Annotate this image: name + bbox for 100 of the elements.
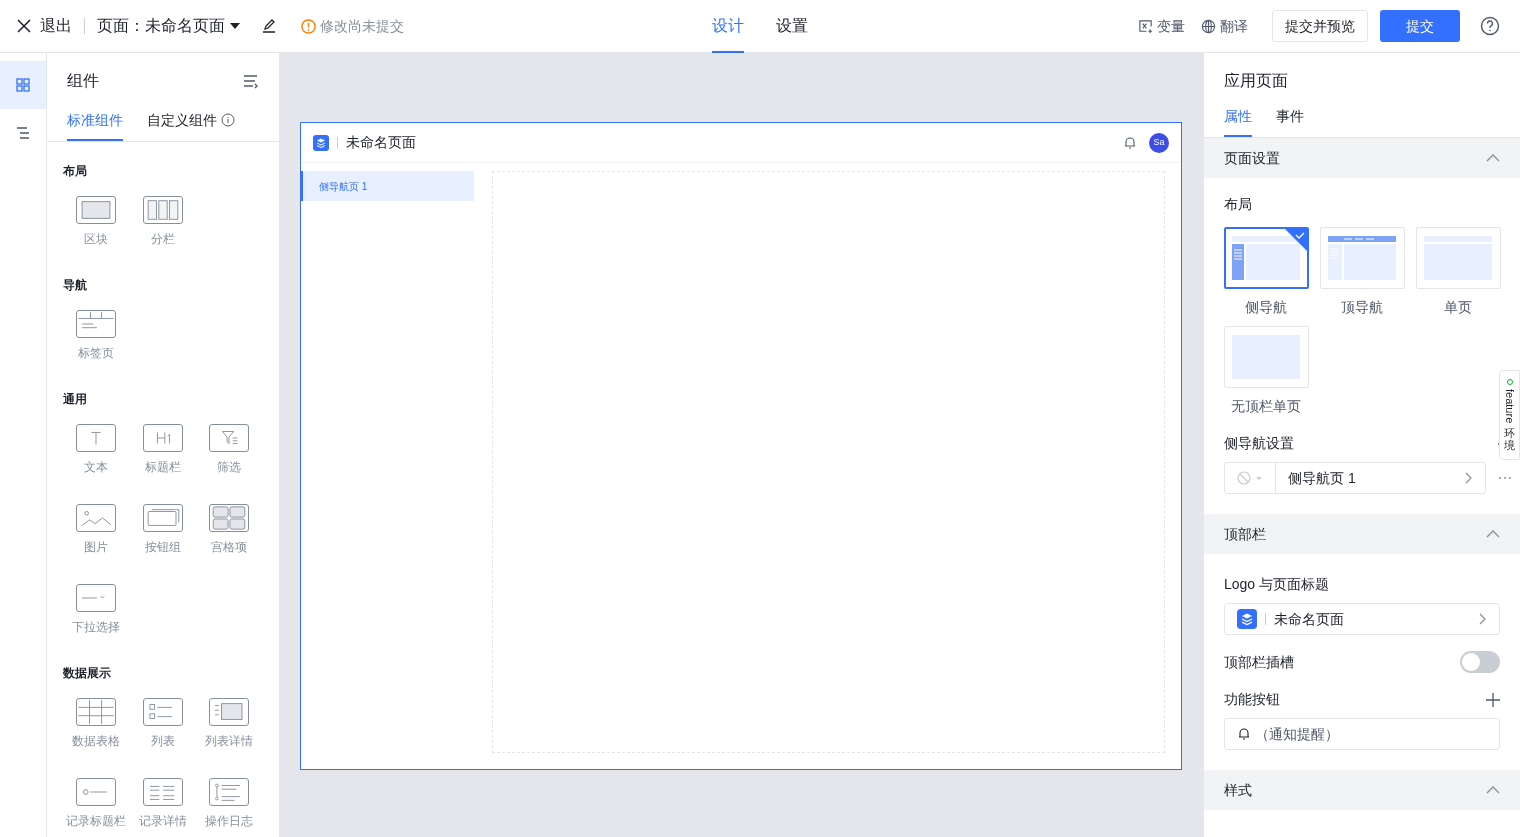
- logo-title-field[interactable]: 未命名页面: [1224, 603, 1500, 635]
- submit-preview-button[interactable]: 提交并预览: [1272, 10, 1368, 42]
- function-button-row[interactable]: （通知提醒）: [1224, 718, 1500, 750]
- component-label: 记录标题栏: [66, 813, 126, 830]
- bell-icon[interactable]: [1123, 135, 1137, 150]
- variable-icon: [1138, 18, 1153, 34]
- no-icon-icon: [1237, 471, 1251, 485]
- field-label: 顶部栏插槽: [1224, 652, 1294, 672]
- more-icon[interactable]: [1498, 476, 1512, 480]
- group-title: 导航: [63, 277, 88, 294]
- component-label: 文本: [84, 459, 108, 476]
- field-label: 功能按钮: [1224, 690, 1280, 709]
- field-label: 侧导航设置: [1224, 434, 1294, 453]
- component-item[interactable]: 操作日志: [196, 778, 263, 830]
- submit-button[interactable]: 提交: [1380, 10, 1460, 42]
- listdetail-component-icon: [209, 698, 250, 726]
- list-component-icon: [142, 698, 183, 726]
- field-label: 布局: [1224, 195, 1253, 214]
- page-selector[interactable]: 页面：未命名页面: [97, 14, 241, 38]
- field-label: Logo 与页面标题: [1224, 575, 1331, 594]
- component-label: 区块: [84, 231, 108, 248]
- globe-icon: [1201, 18, 1216, 34]
- side-nav-page-name: 侧导航页 1: [1287, 468, 1357, 488]
- component-item[interactable]: 列表: [129, 698, 196, 750]
- component-label: 操作日志: [205, 813, 254, 830]
- logo-icon: [313, 134, 329, 151]
- tabs-component-icon: [76, 310, 116, 338]
- component-item[interactable]: 列表详情: [196, 698, 263, 750]
- slot-switch[interactable]: [1460, 651, 1500, 673]
- filter-component-icon: [209, 424, 250, 452]
- group-title: 通用: [63, 391, 88, 408]
- env-label: 环境: [1504, 427, 1515, 452]
- caret-icon: [1255, 474, 1263, 482]
- component-item[interactable]: 记录标题栏: [63, 778, 129, 830]
- components-rail-button[interactable]: [0, 61, 46, 109]
- logo-title-value: 未命名页面: [1274, 609, 1344, 629]
- chevron-right-icon: [1479, 613, 1487, 625]
- unsaved-status: 修改尚未提交: [320, 16, 404, 36]
- exit-button[interactable]: 退出: [16, 14, 72, 38]
- edit-icon[interactable]: [261, 18, 277, 34]
- component-item[interactable]: 宫格项: [196, 504, 263, 556]
- feature-env-tab[interactable]: feature 环境: [1499, 370, 1520, 461]
- layout-label: 单页: [1444, 298, 1472, 317]
- buttons-component-icon: [142, 504, 183, 532]
- side-nav-layout-drawing: [1232, 236, 1300, 280]
- panel-title: 组件: [67, 71, 99, 91]
- recorddetail-component-icon: [142, 778, 183, 806]
- recordtitle-component-icon: [76, 778, 116, 806]
- component-item[interactable]: 标题栏: [129, 424, 196, 476]
- log-component-icon: [209, 778, 250, 806]
- section-header[interactable]: 顶部栏: [1204, 514, 1520, 554]
- text-component-icon: [76, 424, 116, 452]
- layout-label: 侧导航: [1245, 298, 1287, 317]
- outline-icon: [16, 126, 30, 140]
- warning-icon: [301, 18, 316, 34]
- check-corner-icon: [1284, 229, 1307, 251]
- top-nav-layout-drawing: [1328, 236, 1396, 280]
- bell-icon: [1237, 727, 1251, 741]
- layout-option[interactable]: [1223, 227, 1309, 289]
- help-icon[interactable]: [1480, 16, 1500, 36]
- component-item[interactable]: 图片: [63, 504, 129, 556]
- heading-component-icon: [142, 424, 183, 452]
- component-label: 下拉选择: [72, 619, 120, 636]
- component-label: 列表详情: [205, 733, 254, 750]
- columns-component-icon: [142, 196, 183, 224]
- function-button-label: （通知提醒）: [1255, 724, 1339, 744]
- menu-icon[interactable]: [243, 73, 259, 89]
- variable-button[interactable]: 变量: [1138, 15, 1185, 37]
- component-item[interactable]: 筛选: [196, 424, 263, 476]
- component-item[interactable]: 文本: [63, 424, 129, 476]
- component-item[interactable]: 分栏: [129, 196, 196, 248]
- panel-title: 应用页面: [1223, 71, 1289, 91]
- preview-page-title: 未命名页面: [346, 133, 416, 152]
- avatar[interactable]: Sa: [1149, 132, 1169, 153]
- section-title: 顶部栏: [1224, 524, 1266, 544]
- feature-label: feature: [1504, 389, 1515, 424]
- layout-label: 无顶栏单页: [1231, 397, 1301, 416]
- logo-icon: [1237, 609, 1257, 629]
- section-header[interactable]: 页面设置: [1204, 138, 1520, 178]
- component-label: 筛选: [217, 459, 242, 476]
- info-icon: [221, 113, 235, 127]
- component-item[interactable]: 数据表格: [63, 698, 129, 750]
- property-tab[interactable]: 事件: [1276, 97, 1304, 137]
- layout-label: 顶导航: [1341, 298, 1383, 317]
- component-item[interactable]: 下拉选择: [63, 584, 129, 636]
- component-item[interactable]: 按钮组: [129, 504, 196, 556]
- grid-component-icon: [209, 504, 250, 532]
- side-nav-config-row[interactable]: 侧导航页 1: [1224, 462, 1486, 494]
- component-tab[interactable]: 自定义组件: [147, 101, 235, 141]
- component-item[interactable]: 标签页: [63, 310, 129, 362]
- section-header[interactable]: 样式: [1204, 770, 1520, 810]
- side-nav-item[interactable]: 侧导航页 1: [301, 171, 474, 201]
- translate-button[interactable]: 翻译: [1201, 15, 1248, 37]
- mode-tab[interactable]: 设置: [776, 0, 808, 53]
- component-label: 图片: [84, 539, 108, 556]
- plus-icon[interactable]: [1486, 692, 1500, 707]
- grid-icon: [16, 78, 30, 92]
- component-item[interactable]: 记录详情: [129, 778, 196, 830]
- component-tab[interactable]: 标准组件: [67, 101, 123, 141]
- component-item[interactable]: 区块: [63, 196, 129, 248]
